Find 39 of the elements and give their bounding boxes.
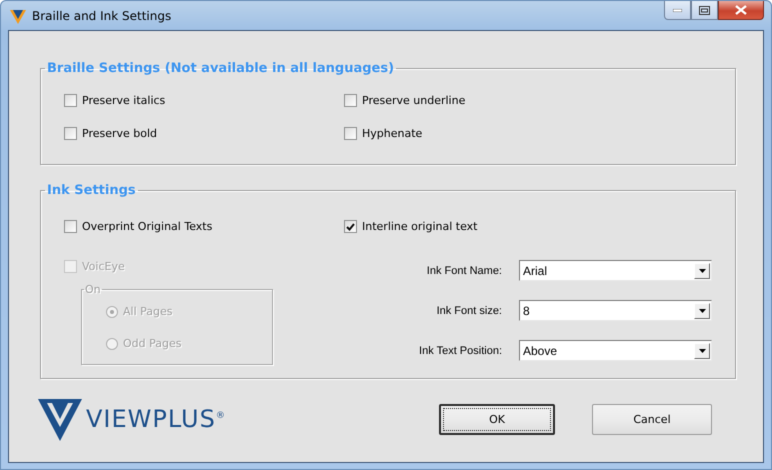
field-label: Ink Font size: (436, 304, 502, 316)
group-title: Ink Settings (46, 183, 137, 198)
dialog-button[interactable]: Cancel (592, 404, 712, 434)
window-title: Braille and Ink Settings (32, 9, 172, 23)
logo-icon (38, 397, 82, 441)
maximize-button[interactable] (691, 1, 718, 20)
checkbox-label: Hyphenate (362, 127, 422, 140)
app-icon (10, 10, 26, 24)
field-label: Ink Font Name: (426, 264, 502, 276)
group-title: Braille Settings (Not available in all languages) (46, 61, 396, 76)
minimize-button[interactable] (664, 1, 691, 20)
close-button[interactable] (718, 1, 764, 20)
checkbox[interactable] (344, 127, 357, 140)
radio-label: Odd Pages (123, 337, 182, 350)
checkbox[interactable] (344, 220, 357, 233)
dialog-button[interactable]: OK (439, 404, 555, 434)
dropdown[interactable]: 8 (519, 300, 712, 321)
checkbox-label: Preserve italics (82, 94, 166, 107)
checkbox-label: Interline original text (362, 220, 478, 233)
checkbox-label: Overprint Original Texts (82, 220, 212, 233)
checkbox-label: VoicEye (82, 260, 125, 273)
minimize-icon (673, 8, 682, 12)
dropdown[interactable]: Above (519, 340, 712, 361)
caret-icon (698, 268, 706, 272)
checkbox[interactable] (64, 94, 77, 107)
field-label: Ink Text Position: (418, 344, 502, 356)
close-icon (735, 5, 747, 15)
radio-label: All Pages (123, 305, 172, 318)
checkbox[interactable] (64, 127, 77, 140)
checkbox[interactable] (64, 220, 77, 233)
logo-text: VIEWPLUS$^{®}$ (86, 405, 226, 433)
caret-icon (698, 348, 706, 352)
checkbox[interactable] (344, 94, 357, 107)
caret-icon (698, 308, 706, 312)
checkbox-label: Preserve bold (82, 127, 158, 140)
checkbox-label: Preserve underline (362, 94, 466, 107)
group-title: On (84, 283, 102, 296)
dropdown[interactable]: Arial (519, 260, 712, 281)
maximize-icon (699, 6, 710, 14)
